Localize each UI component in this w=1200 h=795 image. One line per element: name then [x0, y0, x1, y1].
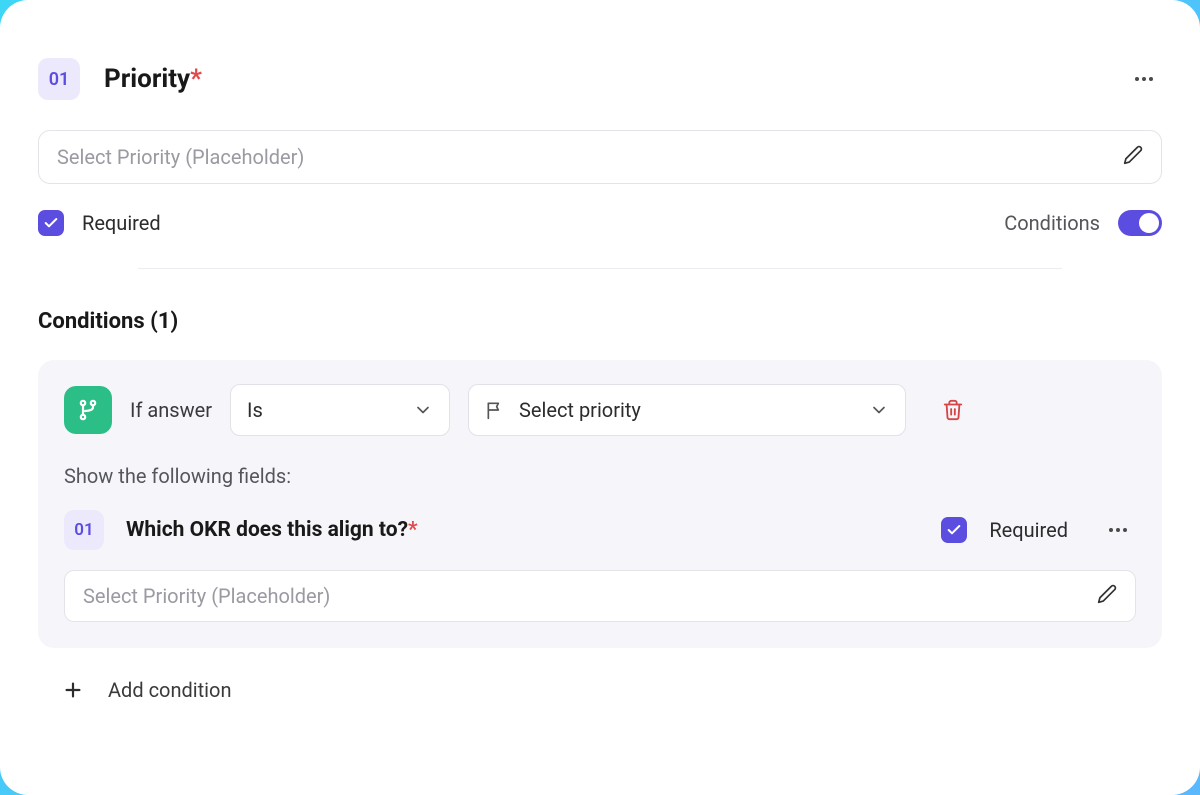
condition-rule-row: If answer Is Select priority	[64, 384, 1136, 436]
priority-select-placeholder: Select Priority (Placeholder)	[57, 145, 1111, 169]
edit-icon[interactable]	[1097, 584, 1117, 608]
operator-select[interactable]: Is	[230, 384, 450, 436]
chevron-down-icon	[413, 400, 433, 420]
nested-field-header: 01 Which OKR does this align to?* Requir…	[64, 510, 1136, 550]
conditions-toggle[interactable]	[1118, 210, 1162, 236]
field-header: 01 Priority*	[38, 58, 1162, 100]
required-label: Required	[82, 211, 161, 235]
nested-placeholder-text: Select Priority (Placeholder)	[83, 584, 1085, 608]
chevron-down-icon	[869, 400, 889, 420]
show-following-label: Show the following fields:	[64, 464, 1136, 488]
priority-select[interactable]: Select Priority (Placeholder)	[38, 130, 1162, 184]
conditions-toggle-label: Conditions	[1004, 211, 1100, 235]
nested-required-label: Required	[989, 518, 1068, 542]
delete-condition-button[interactable]	[942, 399, 964, 421]
flag-icon	[485, 400, 505, 420]
branch-icon-box	[64, 386, 112, 434]
more-horizontal-icon	[1106, 518, 1130, 542]
nested-required-checkbox[interactable]	[941, 517, 967, 543]
field-title: Priority*	[104, 64, 202, 94]
field-more-button[interactable]	[1126, 61, 1162, 97]
condition-panel: If answer Is Select priority Show the fo…	[38, 360, 1162, 648]
plus-icon	[62, 679, 84, 701]
nested-priority-select[interactable]: Select Priority (Placeholder)	[64, 570, 1136, 622]
required-checkbox[interactable]	[38, 210, 64, 236]
branch-icon	[76, 398, 100, 422]
divider	[138, 268, 1062, 269]
conditions-heading: Conditions (1)	[38, 309, 1162, 334]
nested-field-title: Which OKR does this align to?*	[126, 518, 418, 542]
edit-icon[interactable]	[1123, 145, 1143, 169]
add-condition-button[interactable]: Add condition	[38, 678, 1162, 702]
if-answer-label: If answer	[130, 398, 212, 422]
condition-value-placeholder: Select priority	[519, 398, 855, 422]
nested-number-badge: 01	[64, 510, 104, 550]
operator-value: Is	[247, 398, 399, 422]
nested-title-text: Which OKR does this align to?	[126, 518, 408, 542]
add-condition-label: Add condition	[108, 678, 232, 702]
required-asterisk: *	[408, 518, 418, 542]
nested-more-button[interactable]	[1100, 512, 1136, 548]
field-title-text: Priority	[104, 64, 190, 94]
required-asterisk: *	[190, 64, 202, 94]
options-row: Required Conditions	[38, 210, 1162, 236]
trash-icon	[942, 399, 964, 421]
condition-value-select[interactable]: Select priority	[468, 384, 906, 436]
field-number-badge: 01	[38, 58, 80, 100]
more-horizontal-icon	[1132, 67, 1156, 91]
